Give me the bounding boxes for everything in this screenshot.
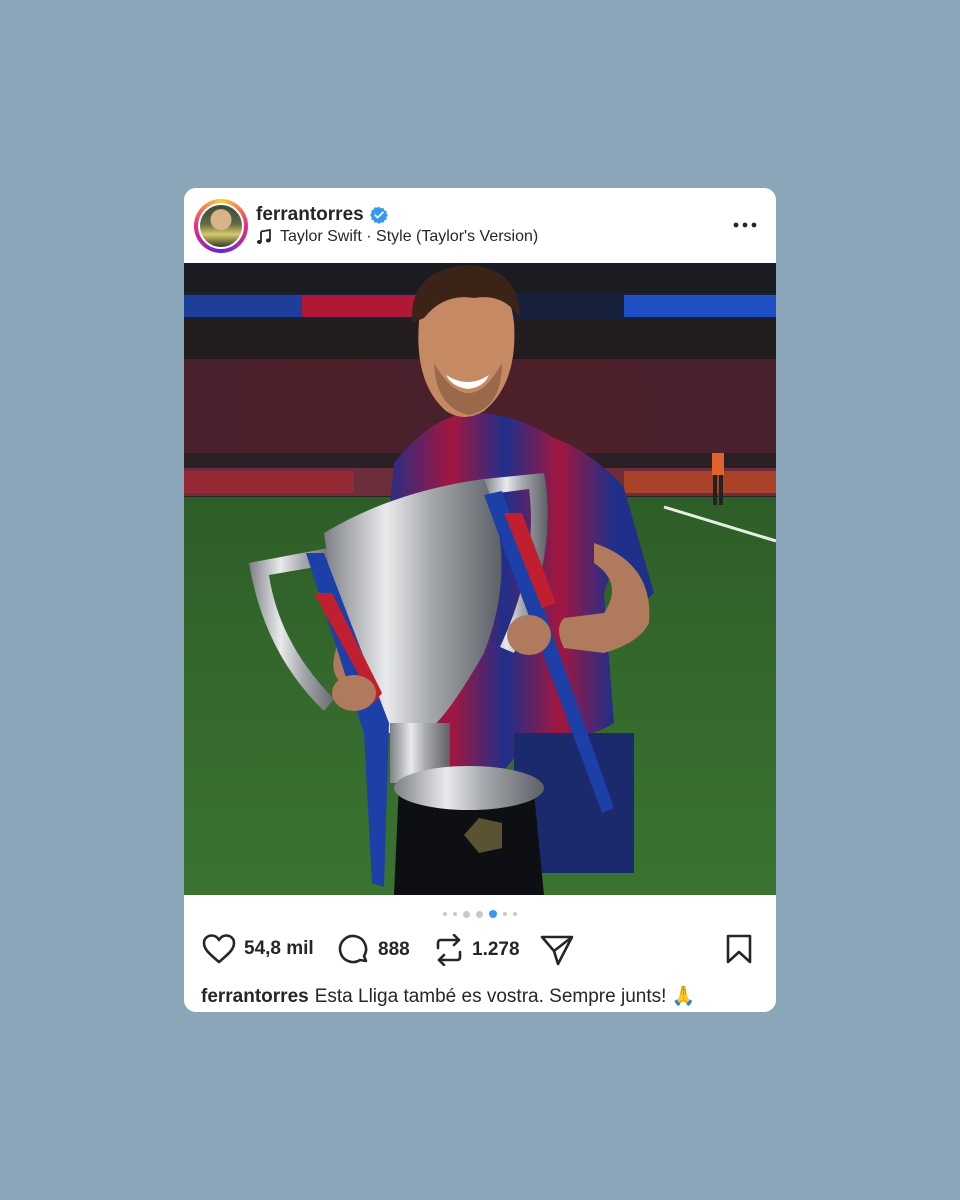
photo-illustration	[184, 263, 776, 895]
more-options-button[interactable]	[732, 212, 758, 238]
save-button[interactable]	[726, 934, 752, 964]
comment-icon	[338, 934, 368, 964]
carousel-dot	[453, 912, 457, 916]
comment-button[interactable]: 888	[338, 934, 410, 966]
carousel-indicator	[184, 907, 776, 921]
repost-button[interactable]: 1.278	[434, 934, 520, 966]
music-note-icon	[256, 229, 271, 244]
post-header: ferrantorres Taylor Swift · Style (Taylo…	[184, 188, 776, 263]
caption-text: Esta Lliga també es vostra. Sempre junts…	[314, 986, 696, 1007]
carousel-dot	[463, 910, 470, 918]
post-caption: ferrantorres Esta Lliga també es vostra. …	[201, 984, 695, 1008]
post-photo[interactable]	[184, 263, 776, 895]
carousel-dot	[513, 912, 517, 916]
like-button[interactable]: 54,8 mil	[202, 934, 314, 964]
like-count[interactable]: 54,8 mil	[244, 938, 314, 960]
share-button[interactable]	[540, 934, 574, 966]
bookmark-icon	[726, 934, 752, 964]
username-row: ferrantorres	[256, 204, 388, 226]
send-icon	[540, 935, 574, 966]
carousel-dot	[503, 912, 507, 916]
post-card: ferrantorres Taylor Swift · Style (Taylo…	[184, 188, 776, 1012]
audio-attribution[interactable]: Taylor Swift · Style (Taylor's Version)	[256, 228, 538, 246]
more-horizontal-icon	[733, 222, 757, 228]
carousel-dot	[443, 912, 447, 916]
repost-count[interactable]: 1.278	[472, 939, 520, 961]
avatar[interactable]	[198, 203, 244, 249]
avatar-story-ring[interactable]	[194, 199, 248, 253]
carousel-dot-active	[489, 910, 497, 918]
heart-icon	[202, 934, 236, 964]
caption-username[interactable]: ferrantorres	[201, 986, 309, 1007]
carousel-dot	[476, 910, 483, 918]
comment-count[interactable]: 888	[378, 939, 410, 961]
repost-icon	[436, 934, 462, 966]
username[interactable]: ferrantorres	[256, 204, 364, 226]
music-label: Taylor Swift · Style (Taylor's Version)	[280, 228, 539, 245]
action-bar: 54,8 mil 888 1.278	[184, 930, 776, 974]
verified-badge-icon	[369, 206, 388, 224]
